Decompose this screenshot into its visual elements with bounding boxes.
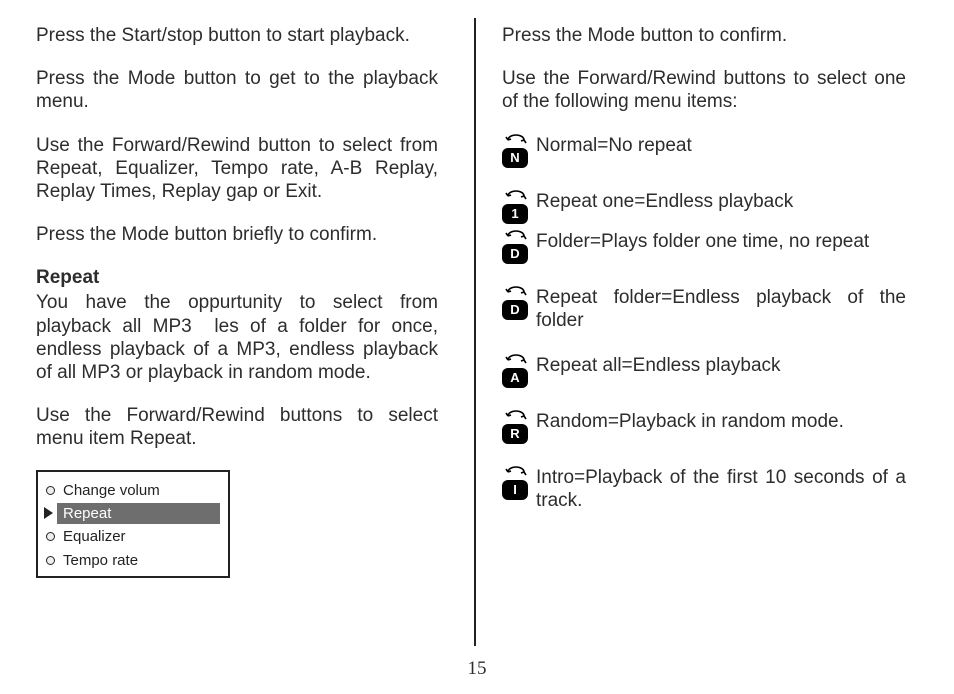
mode-badge-icon: 1 bbox=[502, 204, 528, 224]
loop-arrow-icon bbox=[504, 410, 528, 422]
menu-item-tempo-rate: Tempo rate bbox=[38, 548, 228, 572]
paragraph: Press the Start/stop button to start pla… bbox=[36, 24, 438, 47]
loop-arrow-icon bbox=[504, 466, 528, 478]
paragraph: Press the Mode button to confirm. bbox=[502, 24, 906, 47]
paragraph: Press the Mode button to get to the play… bbox=[36, 67, 438, 113]
repeat-mode-list: N Normal=No repeat 1 Repeat one=Endless pla… bbox=[502, 134, 906, 513]
mode-icon-column: N bbox=[502, 134, 536, 168]
mode-item: N Normal=No repeat bbox=[502, 134, 906, 168]
paragraph: Use the Forward/Rewind buttons to select… bbox=[502, 67, 906, 113]
mode-icon-column: A bbox=[502, 354, 536, 388]
mode-badge-icon: I bbox=[502, 480, 528, 500]
mode-description: Random=Playback in random mode. bbox=[536, 410, 906, 433]
bullet-icon bbox=[46, 532, 55, 541]
column-divider bbox=[474, 18, 476, 646]
paragraph: Press the Mode button briefly to confirm… bbox=[36, 223, 438, 246]
mode-description: Repeat folder=Endless playback of the fo… bbox=[536, 286, 906, 332]
mode-description: Normal=No repeat bbox=[536, 134, 906, 157]
mode-description: Repeat one=Endless playback bbox=[536, 190, 906, 213]
menu-label: Equalizer bbox=[63, 528, 126, 545]
menu-label: Tempo rate bbox=[63, 552, 138, 569]
section-heading-repeat: Repeat bbox=[36, 266, 438, 289]
mode-icon-column: R bbox=[502, 410, 536, 444]
left-column: Press the Start/stop button to start pla… bbox=[0, 0, 474, 694]
paragraph: Use the Forward/Rewind button to select … bbox=[36, 134, 438, 204]
mode-icon-column: I bbox=[502, 466, 536, 500]
mode-icon-column: 1 bbox=[502, 190, 536, 224]
menu-screenshot: Change volum Repeat Equalizer Tempo rate bbox=[36, 470, 230, 578]
menu-label: Repeat bbox=[57, 503, 220, 524]
mode-item: R Random=Playback in random mode. bbox=[502, 410, 906, 444]
loop-arrow-icon bbox=[504, 134, 528, 146]
mode-item: 1 Repeat one=Endless playback bbox=[502, 190, 906, 224]
mode-item: D Folder=Plays folder one time, no repeat bbox=[502, 230, 906, 264]
mode-badge-icon: A bbox=[502, 368, 528, 388]
bullet-icon bbox=[46, 556, 55, 565]
page-number: 15 bbox=[468, 658, 487, 680]
selection-arrow-icon bbox=[44, 507, 53, 519]
menu-item-change-volume: Change volum bbox=[38, 478, 228, 502]
loop-arrow-icon bbox=[504, 190, 528, 202]
mode-item: D Repeat folder=Endless playback of the f… bbox=[502, 286, 906, 332]
mode-description: Intro=Playback of the first 10 seconds o… bbox=[536, 466, 906, 512]
bullet-icon bbox=[46, 486, 55, 495]
mode-icon-column: D bbox=[502, 286, 536, 320]
manual-page: Press the Start/stop button to start pla… bbox=[0, 0, 954, 694]
mode-item: A Repeat all=Endless playback bbox=[502, 354, 906, 388]
mode-badge-icon: D bbox=[502, 300, 528, 320]
menu-item-repeat-selected: Repeat bbox=[44, 502, 222, 524]
paragraph: Use the Forward/Rewind buttons to select… bbox=[36, 404, 438, 450]
loop-arrow-icon bbox=[504, 230, 528, 242]
mode-badge-icon: R bbox=[502, 424, 528, 444]
right-column: Press the Mode button to confirm. Use th… bbox=[474, 0, 954, 694]
loop-arrow-icon bbox=[504, 354, 528, 366]
mode-description: Folder=Plays folder one time, no repeat bbox=[536, 230, 906, 253]
mode-badge-icon: N bbox=[502, 148, 528, 168]
mode-icon-column: D bbox=[502, 230, 536, 264]
mode-item: I Intro=Playback of the first 10 seconds … bbox=[502, 466, 906, 512]
paragraph: You have the oppurtunity to select from … bbox=[36, 291, 438, 384]
mode-description: Repeat all=Endless playback bbox=[536, 354, 906, 377]
loop-arrow-icon bbox=[504, 286, 528, 298]
menu-label: Change volum bbox=[63, 482, 160, 499]
menu-item-equalizer: Equalizer bbox=[38, 524, 228, 548]
mode-badge-icon: D bbox=[502, 244, 528, 264]
